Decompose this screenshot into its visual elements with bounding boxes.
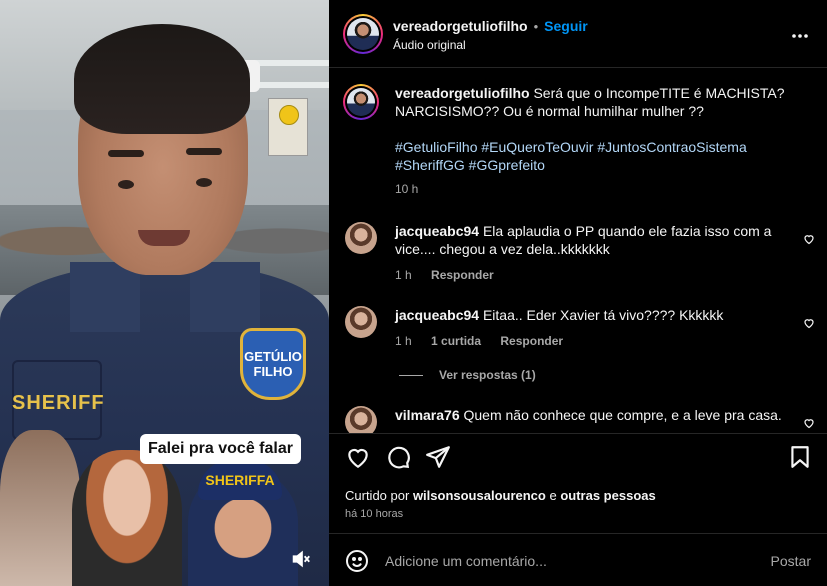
liked-prefix: Curtido por <box>345 488 410 503</box>
like-icon[interactable] <box>345 444 371 470</box>
caption-time: 10 h <box>395 182 419 196</box>
sheriff-patch: GETÚLIO FILHO <box>240 328 306 400</box>
comment-meta: 1 h 1 curtida Responder <box>395 334 579 348</box>
comment-text: jacqueabc94 Eitaa.. Eder Xavier tá vivo?… <box>395 306 795 324</box>
mute-icon[interactable] <box>290 548 312 570</box>
comment-username[interactable]: jacqueabc94 <box>395 223 479 239</box>
emoji-icon[interactable] <box>345 549 369 573</box>
comment-text: jacqueabc94 Ela aplaudia o PP quando ele… <box>395 222 795 258</box>
commenter-avatar[interactable] <box>345 306 377 338</box>
comments-list[interactable]: vereadorgetuliofilho Será que o IncompeT… <box>329 68 827 433</box>
comment-item: jacqueabc94 Ela aplaudia o PP quando ele… <box>345 222 815 286</box>
caption-avatar[interactable] <box>343 84 379 120</box>
follow-button[interactable]: Seguir <box>544 18 588 34</box>
view-replies-label: Ver respostas (1) <box>439 368 536 382</box>
reply-button[interactable]: Responder <box>431 268 494 282</box>
comment-body: Quem não conhece que compre, e a leve pr… <box>463 407 782 423</box>
comment-body: Eitaa.. Eder Xavier tá vivo???? Kkkkkk <box>482 307 724 323</box>
caption-hashtags[interactable]: #GetulioFilho #EuQueroTeOuvir #JuntosCon… <box>395 138 795 174</box>
comment-username[interactable]: vilmara76 <box>395 407 460 423</box>
eye-right <box>196 178 212 187</box>
caption-meta: 10 h <box>395 182 434 196</box>
reply-button[interactable]: Responder <box>500 334 563 348</box>
comment-input[interactable] <box>385 548 745 574</box>
commenter-avatar[interactable] <box>345 406 377 433</box>
comment-item: vilmara76 Quem não conhece que compre, e… <box>345 406 815 433</box>
brow-right <box>186 148 222 155</box>
comment-like-icon[interactable] <box>803 416 815 429</box>
wall-sign <box>268 98 308 156</box>
commenter-avatar[interactable] <box>345 222 377 254</box>
shirt-collar-right <box>190 262 260 332</box>
shirt-collar-left <box>70 262 140 332</box>
save-icon[interactable] <box>787 444 813 470</box>
mouth <box>138 230 190 246</box>
view-replies-button[interactable]: Ver respostas (1) <box>399 368 536 382</box>
eye-left <box>118 180 134 189</box>
more-icon[interactable] <box>791 22 809 45</box>
author-avatar[interactable] <box>343 14 383 54</box>
reel-video[interactable]: C SHERIFF GETÚLIO FILHO SHERIFFA Falei p… <box>0 0 329 586</box>
video-caption: Falei pra você falar <box>140 434 301 464</box>
liked-others[interactable]: outras pessoas <box>560 488 655 503</box>
shirt-sheriff-text: SHERIFF <box>12 392 105 414</box>
share-icon[interactable] <box>425 444 451 470</box>
audio-label[interactable]: Áudio original <box>393 38 466 52</box>
comment-like-icon[interactable] <box>803 232 815 245</box>
inset-person-1 <box>0 430 80 586</box>
replies-divider <box>399 374 423 376</box>
post-caption: vereadorgetuliofilho Será que o IncompeT… <box>343 84 815 204</box>
comment-icon[interactable] <box>385 444 411 470</box>
separator-dot: • <box>533 19 539 34</box>
comment-time: 1 h <box>395 268 412 282</box>
smiley-icon <box>279 105 299 125</box>
inset-person-2 <box>72 450 182 586</box>
comment-likes[interactable]: 1 curtida <box>431 334 481 348</box>
post-panel: vereadorgetuliofilho • Seguir Áudio origin… <box>329 0 827 586</box>
comment-username[interactable]: jacqueabc94 <box>395 307 479 323</box>
comment-time: 1 h <box>395 334 412 348</box>
brow-left <box>108 150 144 157</box>
post-button[interactable]: Postar <box>771 553 811 569</box>
caption-text: vereadorgetuliofilho Será que o IncompeT… <box>395 84 795 174</box>
liked-by: Curtido por wilsonsousalourenco e outras… <box>345 488 656 503</box>
author-username[interactable]: vereadorgetuliofilho <box>393 18 528 34</box>
comment-meta: 1 h Responder <box>395 268 510 282</box>
comment-item: jacqueabc94 Eitaa.. Eder Xavier tá vivo?… <box>345 306 815 354</box>
instagram-post-view: C SHERIFF GETÚLIO FILHO SHERIFFA Falei p… <box>0 0 827 586</box>
caption-username[interactable]: vereadorgetuliofilho <box>395 85 530 101</box>
video-hair <box>74 24 250 134</box>
comment-composer: Postar <box>329 533 827 586</box>
comment-like-icon[interactable] <box>803 316 815 329</box>
post-time-ago: há 10 horas <box>345 508 404 520</box>
header-line: vereadorgetuliofilho • Seguir <box>393 18 588 36</box>
comment-text: vilmara76 Quem não conhece que compre, e… <box>395 406 795 424</box>
liked-and: e <box>549 488 557 503</box>
post-header: vereadorgetuliofilho • Seguir Áudio origin… <box>329 0 827 68</box>
liked-user[interactable]: wilsonsousalourenco <box>413 488 546 503</box>
post-actions: Curtido por wilsonsousalourenco e outras… <box>329 433 827 533</box>
